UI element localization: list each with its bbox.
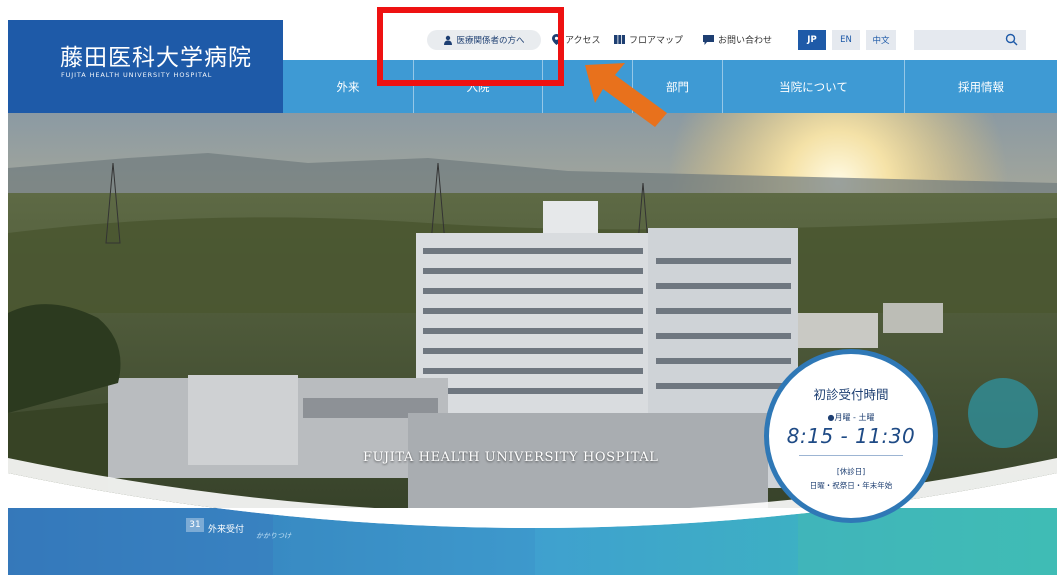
- hours-divider: [799, 455, 903, 456]
- contact-link[interactable]: お問い合わせ: [703, 33, 772, 46]
- hero-image: FUJITA HEALTH UNIVERSITY HOSPITAL 初診受付時間…: [8, 113, 1057, 575]
- lang-jp-button[interactable]: JP: [798, 30, 826, 50]
- annotation-highlight-box: [377, 7, 564, 86]
- closed-days-label: [休診日]: [836, 467, 866, 476]
- reception-hours-panel: 初診受付時間 ●月曜 - 土曜 8:15 - 11:30 [休診日] 日曜・祝祭…: [764, 349, 938, 523]
- tile-outpatient-reception[interactable]: 外来受付: [208, 522, 244, 535]
- page: 藤田医科大学病院 FUJITA HEALTH UNIVERSITY HOSPIT…: [0, 0, 1057, 575]
- hero-tagline: FUJITA HEALTH UNIVERSITY HOSPITAL: [363, 450, 659, 465]
- access-label: アクセス: [565, 36, 601, 46]
- annotation-arrow-icon: [585, 63, 667, 127]
- map-icon: [614, 35, 625, 44]
- logo-subtitle: FUJITA HEALTH UNIVERSITY HOSPITAL: [61, 71, 213, 79]
- search-input[interactable]: [914, 30, 1026, 50]
- floor-map-link[interactable]: フロアマップ: [614, 33, 683, 46]
- chat-icon: [703, 34, 714, 45]
- site-logo[interactable]: 藤田医科大学病院 FUJITA HEALTH UNIVERSITY HOSPIT…: [8, 20, 283, 113]
- hours-time: 8:15 - 11:30: [786, 424, 916, 448]
- nav-about[interactable]: 当院について: [723, 60, 905, 113]
- logo-title: 藤田医科大学病院: [60, 45, 252, 71]
- nav-careers[interactable]: 採用情報: [905, 60, 1057, 113]
- search-icon[interactable]: [1005, 33, 1018, 46]
- contact-label: お問い合わせ: [718, 36, 773, 46]
- lang-zh-button[interactable]: 中文: [866, 30, 896, 50]
- hours-days: ●月曜 - 土曜: [827, 413, 875, 422]
- tile-subtext: かかりつけ: [256, 532, 292, 540]
- closed-days: 日曜・祝祭日・年末年始: [809, 481, 893, 490]
- lang-en-button[interactable]: EN: [832, 30, 860, 50]
- hours-title: 初診受付時間: [813, 387, 889, 402]
- floor-map-label: フロアマップ: [629, 36, 684, 46]
- tile-number: 31: [186, 518, 204, 532]
